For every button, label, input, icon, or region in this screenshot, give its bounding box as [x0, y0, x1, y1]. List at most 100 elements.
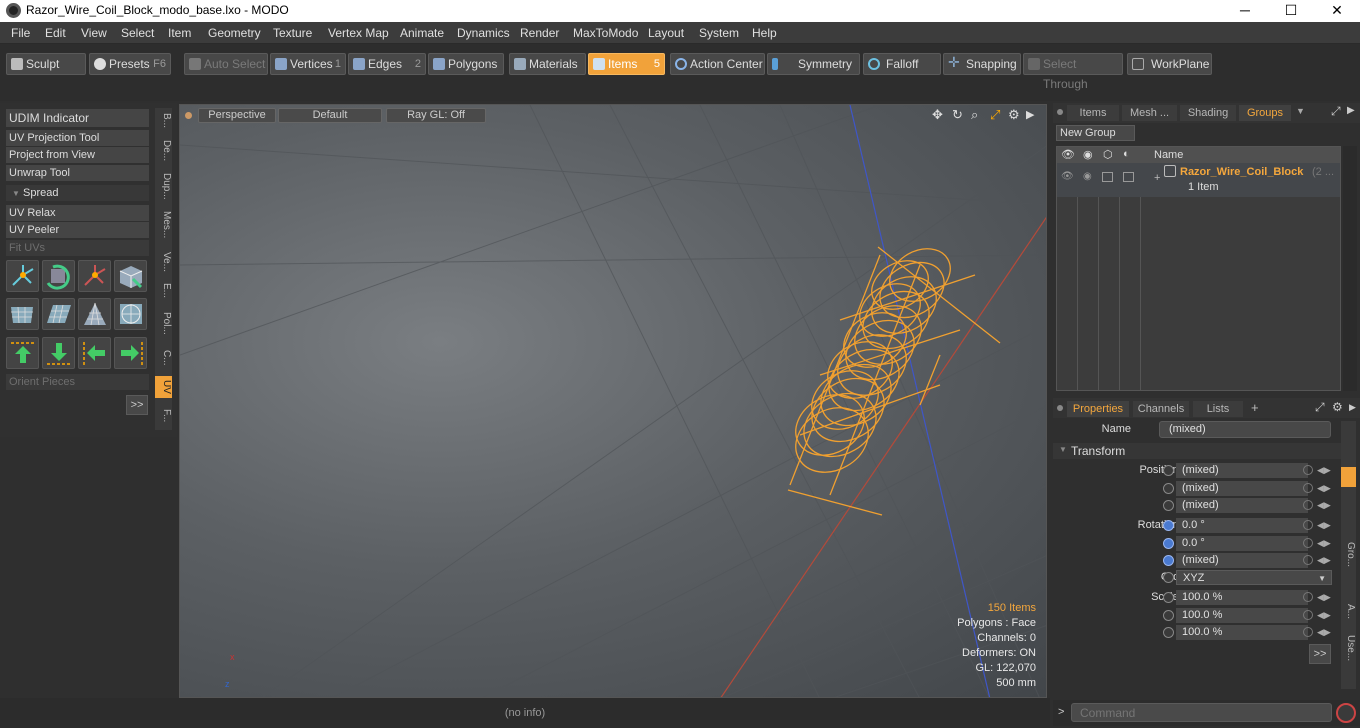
menu-geometry[interactable]: Geometry	[208, 26, 261, 40]
rotation-z-field[interactable]: (mixed)	[1176, 553, 1308, 568]
uv-peeler-button[interactable]: UV Peeler	[6, 222, 149, 238]
uv-box-icon[interactable]	[114, 260, 147, 292]
align-up-icon[interactable]	[6, 337, 39, 369]
render-icon[interactable]: ◉	[1083, 148, 1093, 161]
fit-uvs-button[interactable]: Fit UVs	[6, 240, 149, 256]
maximize-button[interactable]: ☐	[1268, 0, 1314, 22]
menu-select[interactable]: Select	[121, 26, 154, 40]
channel-arrows-icon[interactable]: ◀▶	[1317, 538, 1331, 549]
position-y-field[interactable]: (mixed)	[1176, 481, 1308, 496]
close-button[interactable]: ✕	[1314, 0, 1360, 22]
tab-uv[interactable]: UV	[155, 376, 172, 398]
channel-link-dot[interactable]	[1303, 500, 1313, 510]
workplane-button[interactable]: WorkPlane	[1127, 53, 1212, 75]
row-render-icon[interactable]: ◉	[1083, 171, 1092, 182]
order-dropdown[interactable]: XYZ ▼	[1176, 570, 1332, 585]
side-tab-assembly[interactable]: A...	[1341, 601, 1356, 623]
menu-help[interactable]: Help	[752, 26, 777, 40]
menu-file[interactable]: File	[11, 26, 30, 40]
items-button[interactable]: Items 5	[588, 53, 665, 75]
tab-mesh[interactable]: Mesh ...	[1122, 105, 1177, 121]
add-tab-icon[interactable]: +	[1251, 400, 1259, 415]
select-icon[interactable]: ◐	[1123, 148, 1130, 160]
channel-link-dot[interactable]	[1303, 555, 1313, 565]
record-icon[interactable]	[1336, 703, 1356, 723]
materials-button[interactable]: Materials	[509, 53, 586, 75]
tab-items[interactable]: Items	[1067, 105, 1119, 121]
edges-button[interactable]: Edges 2	[348, 53, 426, 75]
menu-system[interactable]: System	[699, 26, 739, 40]
keyframe-dot[interactable]	[1163, 483, 1174, 494]
snapping-button[interactable]: ✛ Snapping	[943, 53, 1021, 75]
raygl-toggle[interactable]: Ray GL: Off	[386, 108, 486, 123]
tab-basic[interactable]: B...	[155, 110, 172, 132]
properties-settings-icon[interactable]: ⚙	[1332, 400, 1343, 414]
row-eye-icon[interactable]: 👁	[1061, 171, 1074, 182]
channel-link-dot[interactable]	[1303, 592, 1313, 602]
visibility-eye-icon[interactable]: 👁	[1061, 148, 1075, 161]
fit-view-icon[interactable]: ⤢	[990, 107, 1000, 123]
orbit-icon[interactable]: ↻	[952, 107, 963, 123]
menu-animate[interactable]: Animate	[400, 26, 444, 40]
channel-link-dot[interactable]	[1303, 627, 1313, 637]
channel-link-dot[interactable]	[1303, 483, 1313, 493]
channel-arrows-icon[interactable]: ◀▶	[1317, 500, 1331, 511]
rotation-x-field[interactable]: 0.0 °	[1176, 518, 1308, 533]
align-right-icon[interactable]	[114, 337, 147, 369]
uv-move-icon[interactable]	[6, 260, 39, 292]
tab-vertex[interactable]: Ve...	[155, 250, 172, 274]
minimize-button[interactable]: ─	[1222, 0, 1268, 22]
perspective-dropdown[interactable]: Perspective	[198, 108, 276, 123]
groups-scrollbar[interactable]	[1343, 146, 1357, 391]
tab-properties[interactable]: Properties	[1067, 401, 1129, 417]
align-down-icon[interactable]	[42, 337, 75, 369]
side-tab-user[interactable]: Use...	[1341, 631, 1356, 665]
keyframe-dot[interactable]	[1163, 627, 1174, 638]
channel-arrows-icon[interactable]: ◀▶	[1317, 555, 1331, 566]
scale-z-field[interactable]: 100.0 %	[1176, 625, 1308, 640]
scale-x-field[interactable]: 100.0 %	[1176, 590, 1308, 605]
auto-select-button[interactable]: Auto Select	[184, 53, 268, 75]
uv-cylinder-icon[interactable]	[6, 298, 39, 330]
uv-rotate-icon[interactable]	[42, 260, 75, 292]
side-tab-groups[interactable]: Gro...	[1341, 539, 1356, 571]
tab-curve[interactable]: C...	[155, 346, 172, 370]
menu-view[interactable]: View	[81, 26, 107, 40]
tab-channels[interactable]: Channels	[1133, 401, 1189, 417]
action-center-button[interactable]: Action Center	[670, 53, 765, 75]
properties-expand-icon[interactable]: ▶	[1349, 402, 1356, 413]
panel-maximize-icon[interactable]: ⤢	[1331, 104, 1341, 119]
row-select-checkbox[interactable]	[1123, 172, 1134, 182]
name-field[interactable]: (mixed)	[1159, 421, 1331, 438]
panel-expand-icon[interactable]: ▶	[1347, 105, 1355, 116]
row-lock-checkbox[interactable]	[1102, 172, 1113, 182]
select-through-button[interactable]: Select Through	[1023, 53, 1123, 91]
falloff-button[interactable]: Falloff	[863, 53, 941, 75]
channel-arrows-icon[interactable]: ◀▶	[1317, 592, 1331, 603]
panel-menu-dot[interactable]	[1057, 109, 1063, 115]
viewport-expand-icon[interactable]: ▶	[1026, 108, 1034, 121]
menu-item[interactable]: Item	[168, 26, 191, 40]
channel-arrows-icon[interactable]: ◀▶	[1317, 627, 1331, 638]
presets-button[interactable]: Presets F6	[89, 53, 171, 75]
orient-pieces-button[interactable]: Orient Pieces	[6, 374, 149, 390]
viewport-settings-icon[interactable]: ⚙	[1008, 107, 1020, 123]
keyframe-dot[interactable]	[1163, 555, 1174, 566]
symmetry-button[interactable]: Symmetry	[767, 53, 860, 75]
tab-groups[interactable]: Groups	[1239, 105, 1291, 121]
uv-grid-icon[interactable]	[42, 298, 75, 330]
spread-section[interactable]: ▼ Spread	[6, 185, 149, 201]
tab-mesh-edit[interactable]: Mes...	[155, 208, 172, 242]
channel-link-dot[interactable]	[1303, 465, 1313, 475]
unwrap-tool-button[interactable]: Unwrap Tool	[6, 165, 149, 181]
channel-arrows-icon[interactable]: ◀▶	[1317, 483, 1331, 494]
channel-arrows-icon[interactable]: ◀▶	[1317, 610, 1331, 621]
keyframe-dot[interactable]	[1163, 592, 1174, 603]
menu-dynamics[interactable]: Dynamics	[457, 26, 510, 40]
position-x-field[interactable]: (mixed)	[1176, 463, 1308, 478]
razor-wire-coil-model[interactable]	[784, 238, 1001, 516]
tab-lists[interactable]: Lists	[1193, 401, 1243, 417]
menu-texture[interactable]: Texture	[273, 26, 312, 40]
align-left-icon[interactable]	[78, 337, 111, 369]
position-z-field[interactable]: (mixed)	[1176, 498, 1308, 513]
